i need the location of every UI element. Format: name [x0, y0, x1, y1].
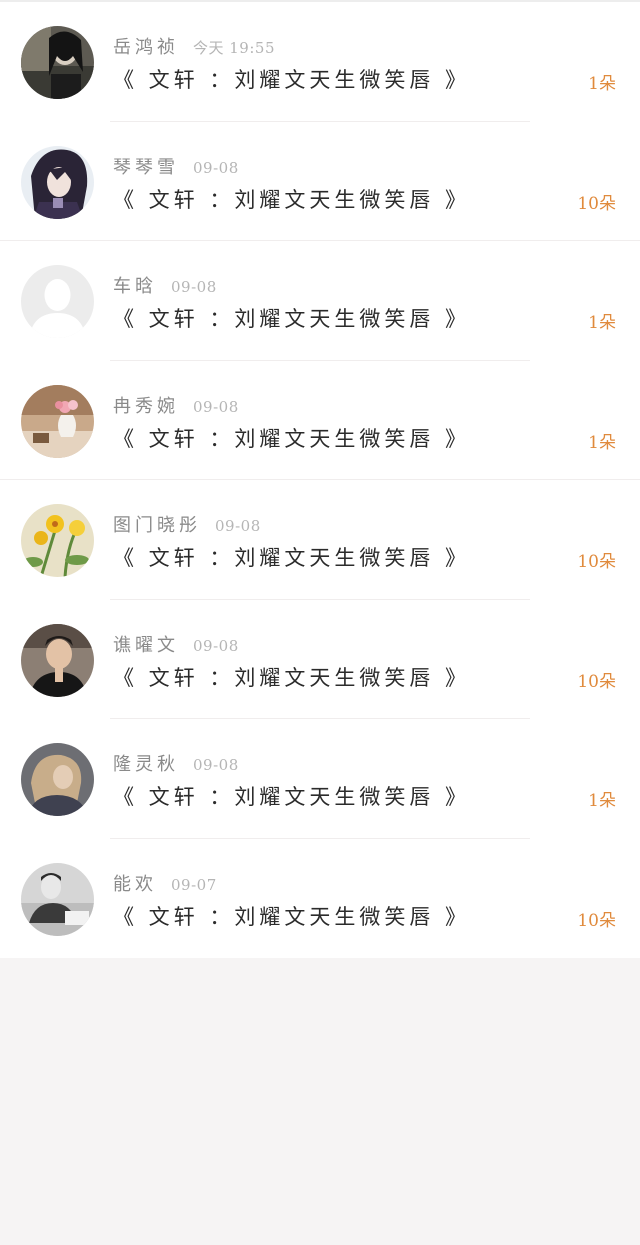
- record-meta: 车晗 09-08: [113, 272, 217, 297]
- record-meta: 冉秀婉 09-08: [113, 392, 239, 417]
- list-item[interactable]: 岳鸿祯 今天 19:55 《 文轩 ：刘耀文天生微笑唇 》 1朵: [0, 2, 640, 122]
- record-meta: 岳鸿祯 今天 19:55: [113, 33, 275, 58]
- avatar[interactable]: [21, 26, 94, 99]
- avatar-grayscale-photo-icon: [21, 862, 94, 936]
- timestamp: 今天 19:55: [193, 39, 275, 57]
- record-meta: 图门晓彤 09-08: [113, 511, 261, 536]
- user-name[interactable]: 图门晓彤: [113, 515, 201, 536]
- flower-count: 1朵: [588, 791, 616, 811]
- work-title[interactable]: 《 文轩 ：刘耀文天生微笑唇 》: [113, 542, 470, 572]
- work-title[interactable]: 《 文轩 ：刘耀文天生微笑唇 》: [113, 662, 470, 692]
- avatar-person-photo-icon: [21, 623, 94, 697]
- list-item[interactable]: 能欢 09-07 《 文轩 ：刘耀文天生微笑唇 》 10朵: [0, 838, 640, 958]
- list-item[interactable]: 琴琴雪 09-08 《 文轩 ：刘耀文天生微笑唇 》 10朵: [0, 121, 640, 241]
- list-item[interactable]: 图门晓彤 09-08 《 文轩 ：刘耀文天生微笑唇 》 10朵: [0, 480, 640, 600]
- flower-count: 10朵: [577, 193, 616, 214]
- list-item[interactable]: 谯曜文 09-08 《 文轩 ：刘耀文天生微笑唇 》 10朵: [0, 599, 640, 719]
- work-title[interactable]: 《 文轩 ：刘耀文天生微笑唇 》: [113, 423, 470, 453]
- flower-count: 1朵: [588, 74, 616, 94]
- flower-count: 1朵: [588, 432, 616, 453]
- flower-count: 1朵: [588, 313, 616, 333]
- timestamp: 09-08: [171, 278, 217, 296]
- flower-count: 10朵: [577, 671, 616, 692]
- work-title[interactable]: 《 文轩 ：刘耀文天生微笑唇 》: [113, 303, 470, 333]
- flower-count: 10朵: [577, 552, 616, 572]
- record-meta: 谯曜文 09-08: [113, 631, 239, 656]
- avatar[interactable]: [21, 504, 94, 577]
- work-title[interactable]: 《 文轩 ：刘耀文天生微笑唇 》: [113, 64, 470, 94]
- list-item[interactable]: 车晗 09-08 《 文轩 ：刘耀文天生微笑唇 》 1朵: [0, 241, 640, 361]
- work-title[interactable]: 《 文轩 ：刘耀文天生微笑唇 》: [113, 901, 470, 931]
- user-name[interactable]: 冉秀婉: [113, 396, 179, 417]
- avatar-flower-vase-icon: [21, 384, 94, 458]
- user-name[interactable]: 隆灵秋: [113, 754, 179, 775]
- avatar-default-placeholder-icon: [21, 265, 94, 338]
- timestamp: 09-08: [215, 517, 261, 535]
- work-title[interactable]: 《 文轩 ：刘耀文天生微笑唇 》: [113, 781, 470, 811]
- user-name[interactable]: 车晗: [113, 276, 157, 297]
- record-meta: 能欢 09-07: [113, 870, 217, 895]
- timestamp: 09-08: [193, 397, 239, 416]
- user-name[interactable]: 谯曜文: [113, 635, 179, 656]
- list-item[interactable]: 冉秀婉 09-08 《 文轩 ：刘耀文天生微笑唇 》 1朵: [0, 360, 640, 480]
- timestamp: 09-08: [193, 158, 239, 177]
- avatar-yellow-flowers-icon: [21, 504, 94, 577]
- timestamp: 09-08: [193, 636, 239, 655]
- timestamp: 09-08: [193, 756, 239, 774]
- avatar[interactable]: [21, 384, 94, 458]
- avatar-blonde-person-icon: [21, 743, 94, 816]
- record-meta: 隆灵秋 09-08: [113, 750, 239, 775]
- user-name[interactable]: 岳鸿祯: [113, 37, 179, 58]
- avatar[interactable]: [21, 265, 94, 338]
- avatar[interactable]: [21, 623, 94, 697]
- work-title[interactable]: 《 文轩 ：刘耀文天生微笑唇 》: [113, 184, 470, 214]
- avatar-dark-portrait-icon: [21, 26, 94, 99]
- user-name[interactable]: 能欢: [113, 874, 157, 895]
- timestamp: 09-07: [171, 875, 217, 894]
- avatar[interactable]: [21, 862, 94, 936]
- avatar[interactable]: [21, 743, 94, 816]
- avatar-anime-character-icon: [21, 145, 94, 219]
- gift-record-list: 岳鸿祯 今天 19:55 《 文轩 ：刘耀文天生微笑唇 》 1朵 琴琴雪 09-08…: [0, 2, 640, 958]
- record-meta: 琴琴雪 09-08: [113, 153, 239, 178]
- user-name[interactable]: 琴琴雪: [113, 157, 179, 178]
- avatar[interactable]: [21, 145, 94, 219]
- list-item[interactable]: 隆灵秋 09-08 《 文轩 ：刘耀文天生微笑唇 》 1朵: [0, 719, 640, 839]
- flower-count: 10朵: [577, 910, 616, 931]
